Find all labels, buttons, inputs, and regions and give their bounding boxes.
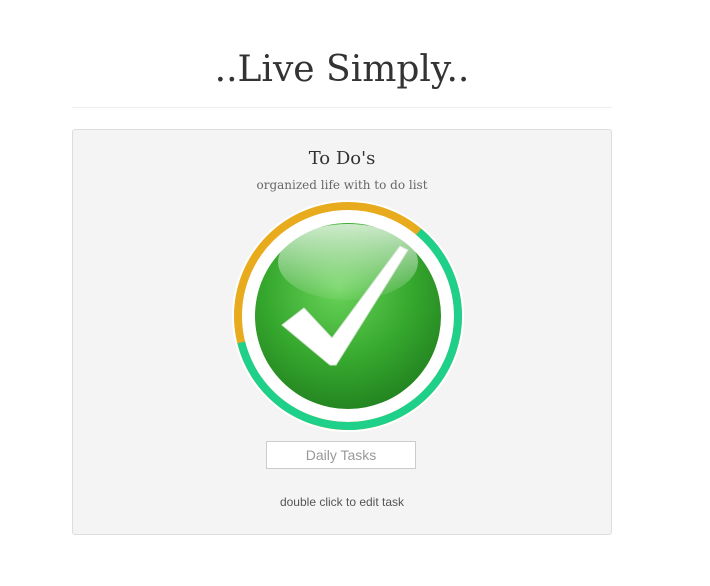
title-divider bbox=[72, 107, 612, 108]
page-title: ..Live Simply.. bbox=[214, 49, 470, 90]
task-input[interactable] bbox=[266, 441, 416, 469]
todo-panel: To Do's organized life with to do list d… bbox=[72, 129, 612, 535]
todo-heading: To Do's bbox=[308, 148, 376, 169]
task-progress-ring bbox=[232, 200, 464, 432]
checkmark-icon bbox=[255, 223, 441, 409]
edit-hint: double click to edit task bbox=[279, 495, 405, 509]
todo-subheading: organized life with to do list bbox=[256, 178, 428, 192]
